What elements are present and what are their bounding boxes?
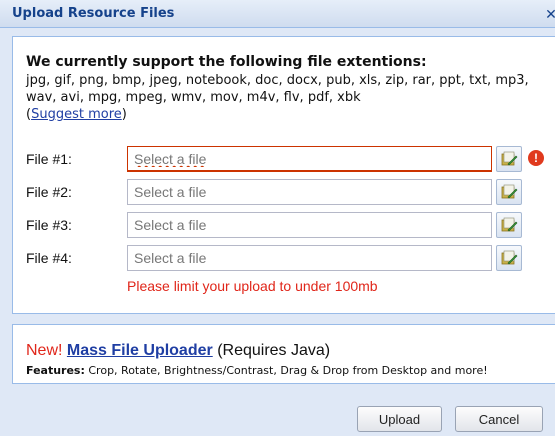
upload-dialog: Upload Resource Files ✕ We currently sup… xyxy=(0,0,555,436)
new-badge: New! xyxy=(26,342,63,359)
file-input-4[interactable] xyxy=(127,245,492,271)
promo-headline: New! Mass File Uploader (Requires Java) xyxy=(26,342,330,360)
mass-uploader-promo: New! Mass File Uploader (Requires Java) … xyxy=(12,324,555,384)
file-label-1: File #1: xyxy=(26,151,72,167)
features-text: Crop, Rotate, Brightness/Contrast, Drag … xyxy=(88,364,488,377)
file-selection-panel: We currently support the following file … xyxy=(12,36,555,314)
mass-file-uploader-link[interactable]: Mass File Uploader xyxy=(67,342,213,359)
file-input-2[interactable] xyxy=(127,179,492,205)
features-line: Features: Crop, Rotate, Brightness/Contr… xyxy=(26,364,488,377)
browse-folder-icon xyxy=(501,184,518,199)
close-icon[interactable]: ✕ xyxy=(543,5,555,23)
suggest-more-link[interactable]: Suggest more xyxy=(31,107,122,122)
file-input-1[interactable] xyxy=(127,146,492,172)
requires-java-note: (Requires Java) xyxy=(217,342,331,359)
browse-button-4[interactable] xyxy=(496,245,522,271)
dialog-title: Upload Resource Files xyxy=(12,6,175,21)
file-label-4: File #4: xyxy=(26,250,72,266)
file-row-3: File #3: xyxy=(26,212,546,238)
supported-extensions-heading: We currently support the following file … xyxy=(26,54,427,70)
browse-folder-icon xyxy=(501,151,518,166)
file-row-1: File #1: ! xyxy=(26,146,546,172)
browse-button-2[interactable] xyxy=(496,179,522,205)
file-input-3[interactable] xyxy=(127,212,492,238)
error-icon: ! xyxy=(528,150,544,166)
cancel-button[interactable]: Cancel xyxy=(455,406,543,432)
file-label-2: File #2: xyxy=(26,184,72,200)
file-label-3: File #3: xyxy=(26,217,72,233)
upload-button[interactable]: Upload xyxy=(357,406,442,432)
browse-folder-icon xyxy=(501,217,518,232)
browse-button-1[interactable] xyxy=(496,146,522,172)
features-label: Features: xyxy=(26,364,85,377)
supported-extensions-list: jpg, gif, png, bmp, jpeg, notebook, doc,… xyxy=(26,72,546,123)
upload-limit-note: Please limit your upload to under 100mb xyxy=(127,278,378,294)
file-row-2: File #2: xyxy=(26,179,546,205)
suggest-paren-close: ) xyxy=(121,107,127,122)
browse-button-3[interactable] xyxy=(496,212,522,238)
browse-folder-icon xyxy=(501,250,518,265)
file-row-4: File #4: xyxy=(26,245,546,271)
dialog-titlebar[interactable]: Upload Resource Files ✕ xyxy=(0,0,555,28)
extensions-text: jpg, gif, png, bmp, jpeg, notebook, doc,… xyxy=(26,73,529,105)
